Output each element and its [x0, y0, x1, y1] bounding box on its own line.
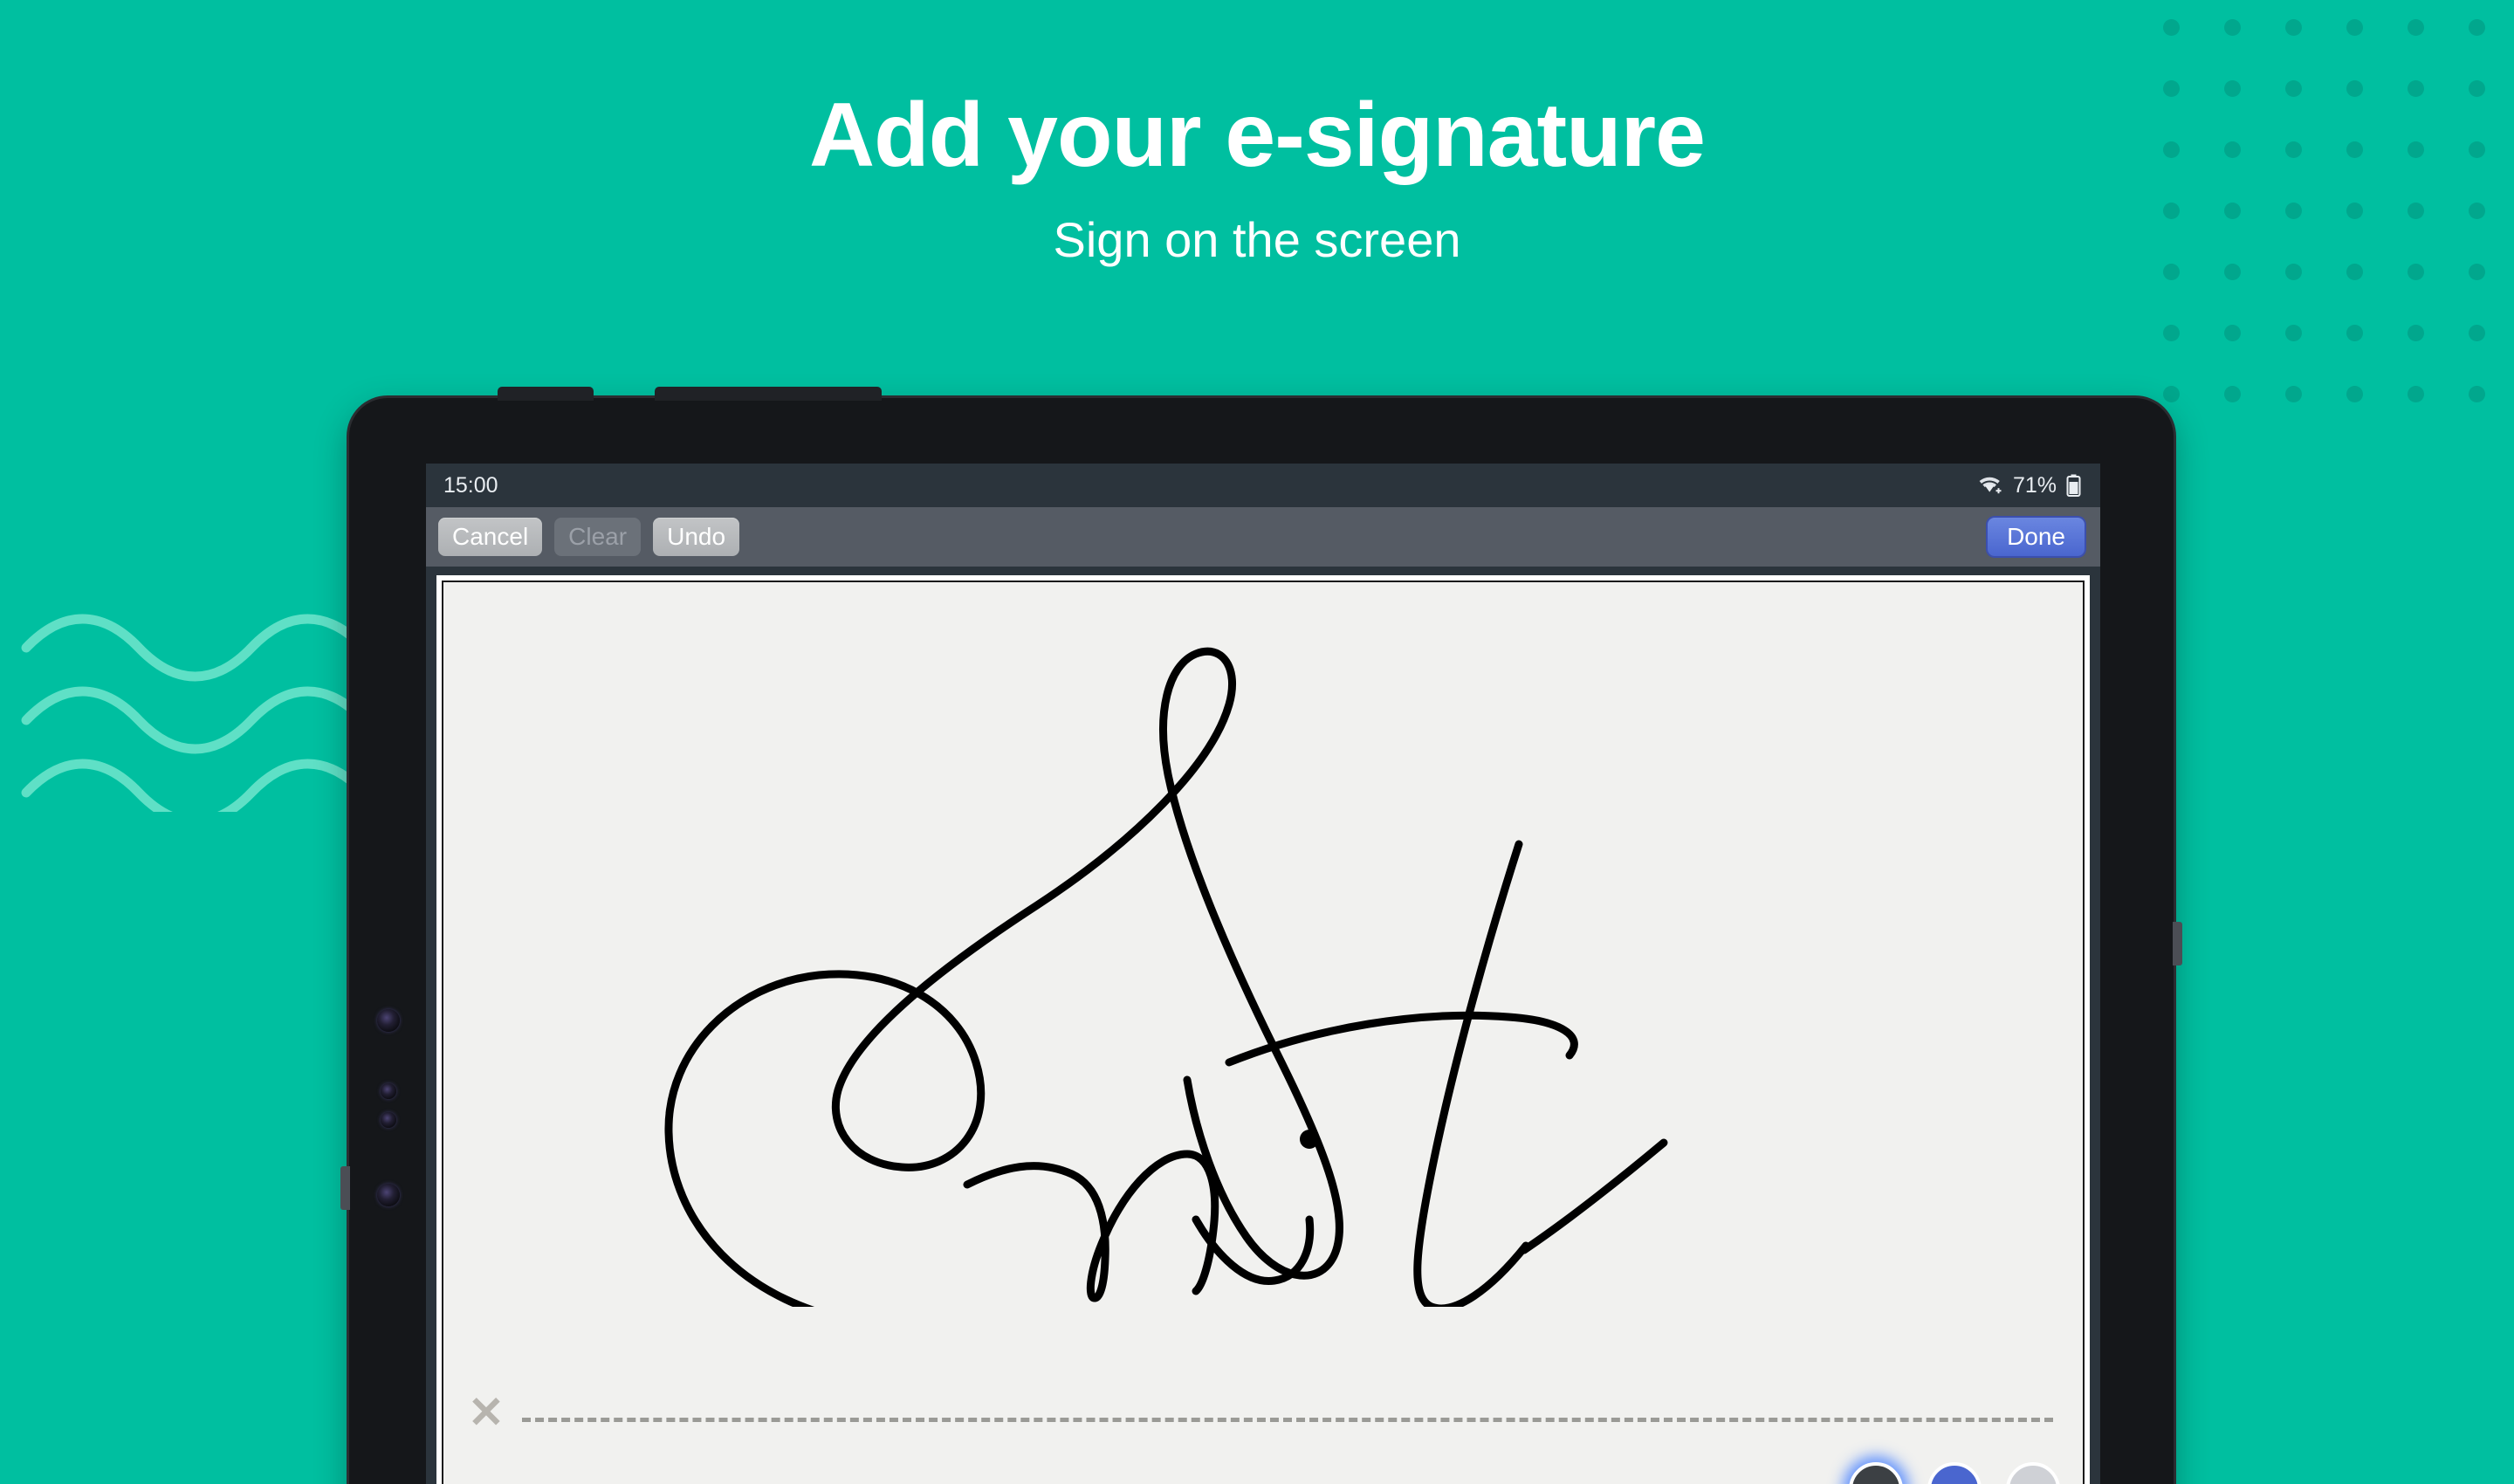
cancel-button[interactable]: Cancel — [438, 518, 543, 556]
wifi-icon — [1979, 477, 2002, 494]
tablet-right-side-button[interactable] — [2173, 922, 2182, 965]
tablet-volume-button[interactable] — [655, 387, 882, 401]
signature-onboarding-screen: Add your e-signature Sign on the screen … — [0, 0, 2514, 1484]
camera-lens-icon — [377, 1009, 400, 1032]
swatch-blue[interactable] — [1927, 1462, 1982, 1484]
swatch-light-gray[interactable] — [2006, 1462, 2060, 1484]
heading-block: Add your e-signature Sign on the screen — [0, 0, 2514, 265]
signature-canvas-frame: ✕ — [436, 575, 2090, 1484]
battery-percent-label: 71% — [2012, 472, 2057, 498]
tablet-left-side-button[interactable] — [340, 1166, 350, 1210]
page-title: Add your e-signature — [809, 85, 1706, 186]
signature-canvas[interactable]: ✕ — [442, 581, 2085, 1484]
sensor-dot-icon — [381, 1112, 396, 1128]
editor-toolbar: Cancel Clear Undo Done — [426, 507, 2100, 567]
signature-x-marker: ✕ — [468, 1388, 505, 1437]
tablet-power-button[interactable] — [498, 387, 594, 401]
swatch-black[interactable] — [1849, 1462, 1903, 1484]
status-indicators: 71% — [1977, 473, 2081, 498]
sensor-dot-icon — [381, 1083, 396, 1099]
toolbar-right-group: Done — [1988, 518, 2085, 556]
camera-lens-icon — [377, 1184, 400, 1206]
page-subtitle: Sign on the screen — [1053, 212, 1461, 267]
signature-drawing — [664, 647, 1668, 1307]
device-screen: 15:00 71% Cancel Clear Undo Done ✕ — [426, 464, 2100, 1484]
wave-decoration — [21, 614, 369, 812]
toolbar-left-group: Cancel Clear Undo — [438, 518, 740, 556]
status-time: 15:00 — [443, 472, 498, 498]
battery-icon — [2066, 474, 2081, 497]
tablet-device: 15:00 71% Cancel Clear Undo Done ✕ — [340, 387, 2182, 1484]
clear-button[interactable]: Clear — [554, 518, 642, 556]
status-bar: 15:00 71% — [426, 464, 2100, 507]
undo-button[interactable]: Undo — [653, 518, 740, 556]
signature-baseline — [522, 1418, 2053, 1422]
done-button[interactable]: Done — [1988, 518, 2085, 556]
color-swatch-group — [1849, 1462, 2060, 1484]
